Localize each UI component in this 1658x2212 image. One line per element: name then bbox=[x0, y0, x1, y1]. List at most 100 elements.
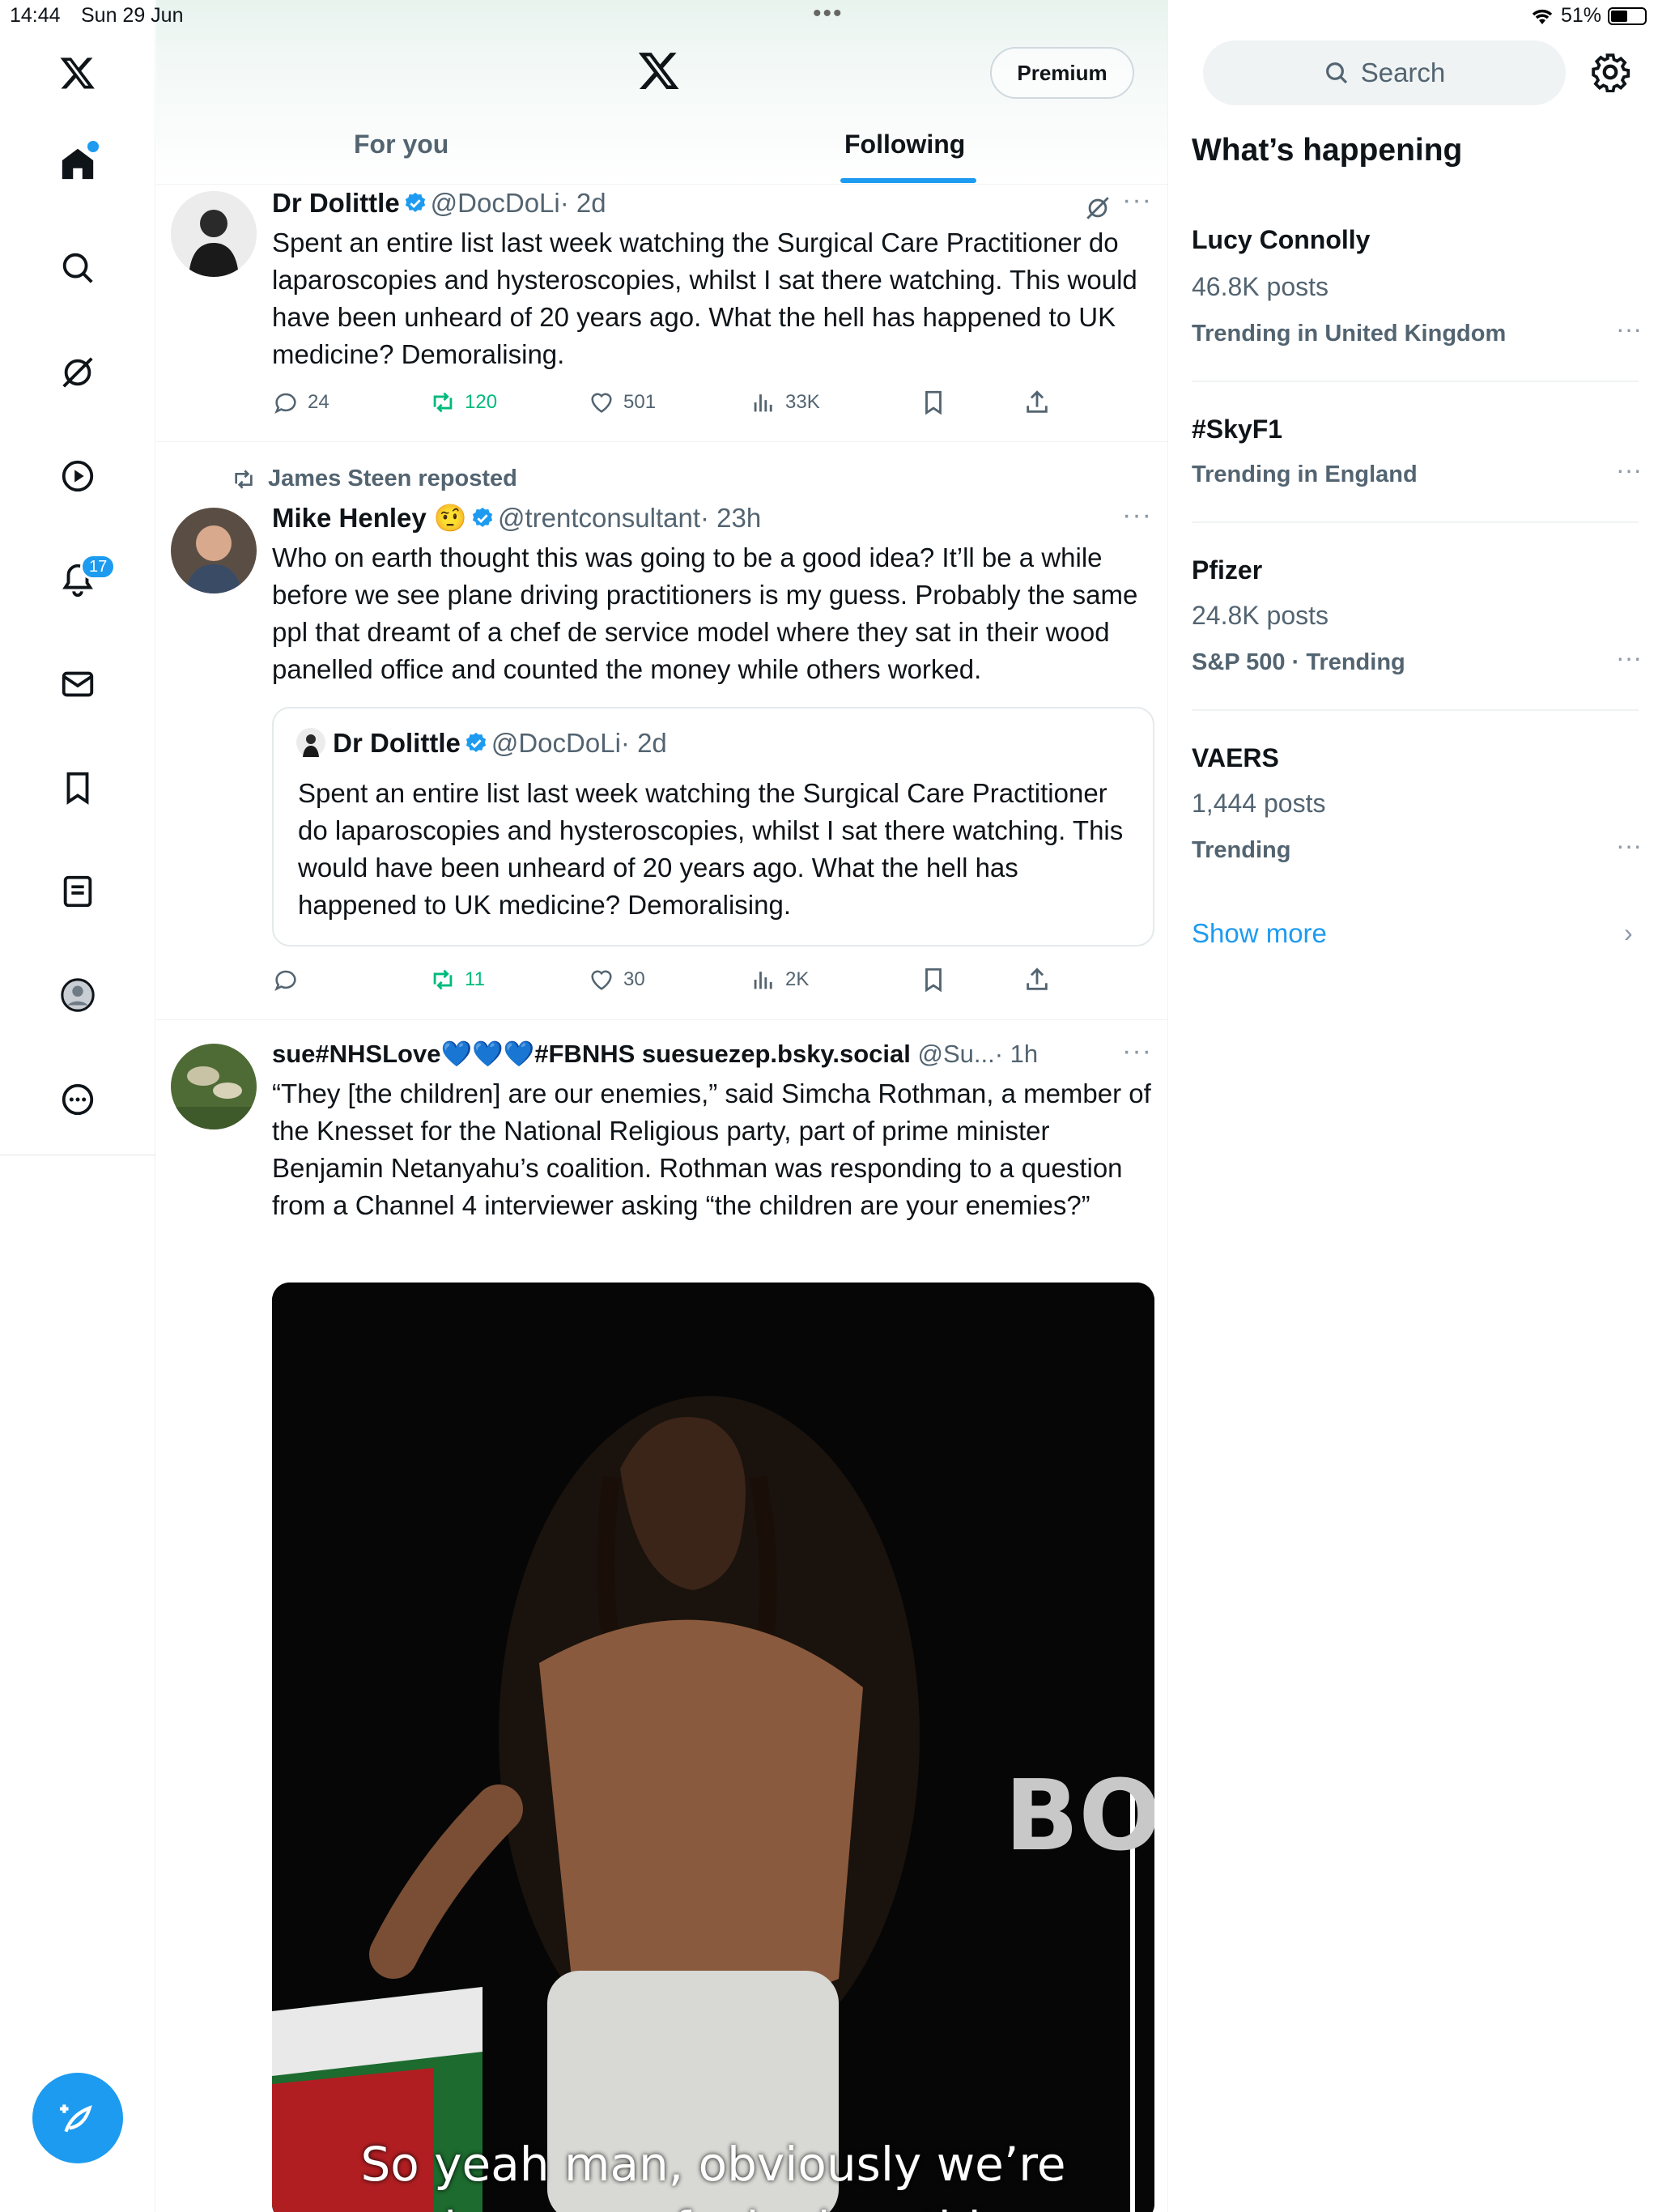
premium-button[interactable]: Premium bbox=[990, 47, 1134, 99]
list-icon[interactable] bbox=[53, 867, 102, 916]
bookmark-button[interactable] bbox=[920, 389, 947, 416]
quoted-tweet-text: Spent an entire list last week watching … bbox=[298, 778, 1124, 920]
video-caption-line-1: So yeah man, obviously we’re bbox=[360, 2137, 1066, 2192]
views-button[interactable]: 33K bbox=[750, 389, 820, 416]
tweet-time[interactable]: · 23h bbox=[700, 503, 761, 533]
quoted-tweet[interactable]: Dr Dolittle @DocDoLi· 2d Spent an entire … bbox=[272, 707, 1154, 946]
show-more-link[interactable]: Show more bbox=[1192, 918, 1327, 949]
trend-item[interactable]: Pfizer 24.8K posts S&P 500 · Trending ··… bbox=[1192, 552, 1645, 690]
tweet-text: “They [the children] are our enemies,” s… bbox=[272, 1078, 1151, 1220]
views-chart-icon bbox=[754, 972, 772, 989]
share-button[interactable] bbox=[1023, 966, 1051, 993]
heart-icon bbox=[591, 970, 612, 990]
reply-button[interactable] bbox=[272, 966, 308, 993]
repost-button[interactable]: 120 bbox=[429, 389, 497, 416]
tweet-item[interactable]: James Steen reposted Mike Henley 🤨 @trent… bbox=[156, 443, 1167, 1020]
tweet-item[interactable]: Dr Dolittle @DocDoLi· 2d ··· Spent an ent… bbox=[156, 185, 1167, 442]
trend-more-icon[interactable]: ··· bbox=[1616, 314, 1642, 344]
video-background-sign: BO bbox=[1005, 1760, 1154, 1873]
like-button[interactable]: 30 bbox=[588, 966, 645, 993]
feather-plus-icon bbox=[60, 2104, 92, 2133]
right-sidebar: Search What’s happening Lucy Connolly 46… bbox=[1169, 0, 1658, 2212]
search-input[interactable]: Search bbox=[1203, 40, 1566, 105]
quoted-author-name: Dr Dolittle bbox=[333, 728, 461, 758]
author-name[interactable]: Mike Henley bbox=[272, 503, 427, 533]
bookmark-icon bbox=[925, 390, 942, 415]
trend-divider bbox=[1192, 521, 1639, 523]
more-icon[interactable] bbox=[53, 1075, 102, 1124]
trend-post-count: 46.8K posts bbox=[1192, 272, 1329, 301]
bookmark-icon bbox=[925, 968, 942, 993]
status-time: 14:44 bbox=[10, 4, 61, 27]
view-count: 33K bbox=[785, 391, 820, 413]
author-name[interactable]: sue#NHSLove💙💙💙#FBNHS suesuezep.bsky.soci… bbox=[272, 1040, 911, 1068]
share-icon bbox=[1027, 968, 1048, 990]
multitasking-dots-icon[interactable]: ••• bbox=[813, 0, 844, 28]
author-handle[interactable]: @DocDoLi bbox=[431, 188, 560, 218]
chevron-right-icon[interactable]: › bbox=[1624, 918, 1633, 948]
x-logo[interactable] bbox=[637, 49, 681, 92]
quoted-tweet-header: Dr Dolittle @DocDoLi· 2d bbox=[296, 728, 667, 759]
quoted-tweet-time: · 2d bbox=[620, 728, 667, 758]
more-options-icon[interactable]: ··· bbox=[1122, 1036, 1152, 1067]
author-name[interactable]: Dr Dolittle bbox=[272, 188, 400, 218]
avatar[interactable] bbox=[171, 508, 257, 593]
x-logo[interactable] bbox=[53, 49, 102, 97]
views-chart-icon bbox=[754, 394, 772, 412]
reposted-by-text[interactable]: James Steen reposted bbox=[268, 466, 517, 492]
like-count: 501 bbox=[623, 391, 657, 413]
bookmark-icon[interactable] bbox=[53, 764, 102, 812]
trend-more-icon[interactable]: ··· bbox=[1616, 831, 1642, 861]
left-navigation: 17 bbox=[0, 0, 155, 2212]
trend-post-count: 24.8K posts bbox=[1192, 601, 1329, 630]
trend-more-icon[interactable]: ··· bbox=[1616, 455, 1642, 485]
video-player[interactable]: BO So yeah man, obviously we’re seeing s… bbox=[272, 1283, 1154, 2212]
trend-item[interactable]: #SkyF1 Trending in England ··· bbox=[1192, 411, 1645, 500]
trend-context: Trending in England bbox=[1192, 462, 1418, 487]
trend-post-count: 1,444 posts bbox=[1192, 789, 1326, 818]
trend-name: Lucy Connolly bbox=[1192, 225, 1371, 254]
tweet-time[interactable]: · 1h bbox=[995, 1040, 1038, 1068]
video-icon[interactable] bbox=[53, 452, 102, 500]
repost-icon bbox=[433, 392, 453, 413]
trend-item[interactable]: VAERS 1,444 posts Trending ··· bbox=[1192, 740, 1645, 878]
active-tab-indicator bbox=[840, 178, 976, 183]
trend-context: Trending in United Kingdom bbox=[1192, 321, 1507, 347]
views-button[interactable]: 2K bbox=[750, 966, 809, 993]
home-unread-dot bbox=[87, 141, 99, 152]
tweet-item[interactable]: sue#NHSLove💙💙💙#FBNHS suesuezep.bsky.soci… bbox=[156, 1021, 1167, 2212]
more-options-icon[interactable]: ··· bbox=[1122, 500, 1152, 531]
mail-icon[interactable] bbox=[53, 660, 102, 708]
avatar[interactable] bbox=[171, 191, 257, 277]
bookmark-button[interactable] bbox=[920, 966, 947, 993]
avatar[interactable] bbox=[171, 1044, 257, 1129]
tweet-header: sue#NHSLove💙💙💙#FBNHS suesuezep.bsky.soci… bbox=[272, 1039, 1038, 1069]
like-button[interactable]: 501 bbox=[588, 389, 656, 416]
wifi-icon bbox=[1532, 9, 1553, 24]
trend-name: Pfizer bbox=[1192, 555, 1263, 585]
more-options-icon[interactable]: ··· bbox=[1122, 185, 1152, 216]
settings-gear-icon[interactable] bbox=[1590, 52, 1630, 92]
reply-button[interactable]: 24 bbox=[272, 389, 329, 416]
repost-count: 120 bbox=[465, 391, 498, 413]
tweet-text: Spent an entire list last week watching … bbox=[272, 228, 1137, 369]
author-handle[interactable]: @trentconsultant bbox=[498, 503, 700, 533]
grok-icon[interactable] bbox=[1084, 194, 1112, 222]
tweet-header: Mike Henley 🤨 @trentconsultant· 23h bbox=[272, 503, 761, 534]
repost-button[interactable]: 11 bbox=[429, 966, 485, 993]
tab-following[interactable]: Following bbox=[844, 130, 965, 160]
author-handle[interactable]: @Su... bbox=[918, 1040, 995, 1068]
compose-post-button[interactable] bbox=[32, 2073, 123, 2163]
grok-icon[interactable] bbox=[53, 348, 102, 397]
share-button[interactable] bbox=[1023, 389, 1051, 416]
tweet-time[interactable]: · 2d bbox=[560, 188, 606, 218]
video-caption-line-2: seeing some fucked up things bbox=[272, 2194, 1154, 2212]
trend-more-icon[interactable]: ··· bbox=[1616, 643, 1642, 673]
tab-for-you[interactable]: For you bbox=[354, 130, 449, 160]
search-icon[interactable] bbox=[53, 244, 102, 292]
quoted-author-handle: @DocDoLi bbox=[491, 728, 621, 758]
profile-icon[interactable] bbox=[53, 971, 102, 1019]
like-count: 30 bbox=[623, 968, 645, 990]
trend-item[interactable]: Lucy Connolly 46.8K posts Trending in Un… bbox=[1192, 223, 1645, 361]
trend-context: Trending bbox=[1192, 837, 1291, 863]
